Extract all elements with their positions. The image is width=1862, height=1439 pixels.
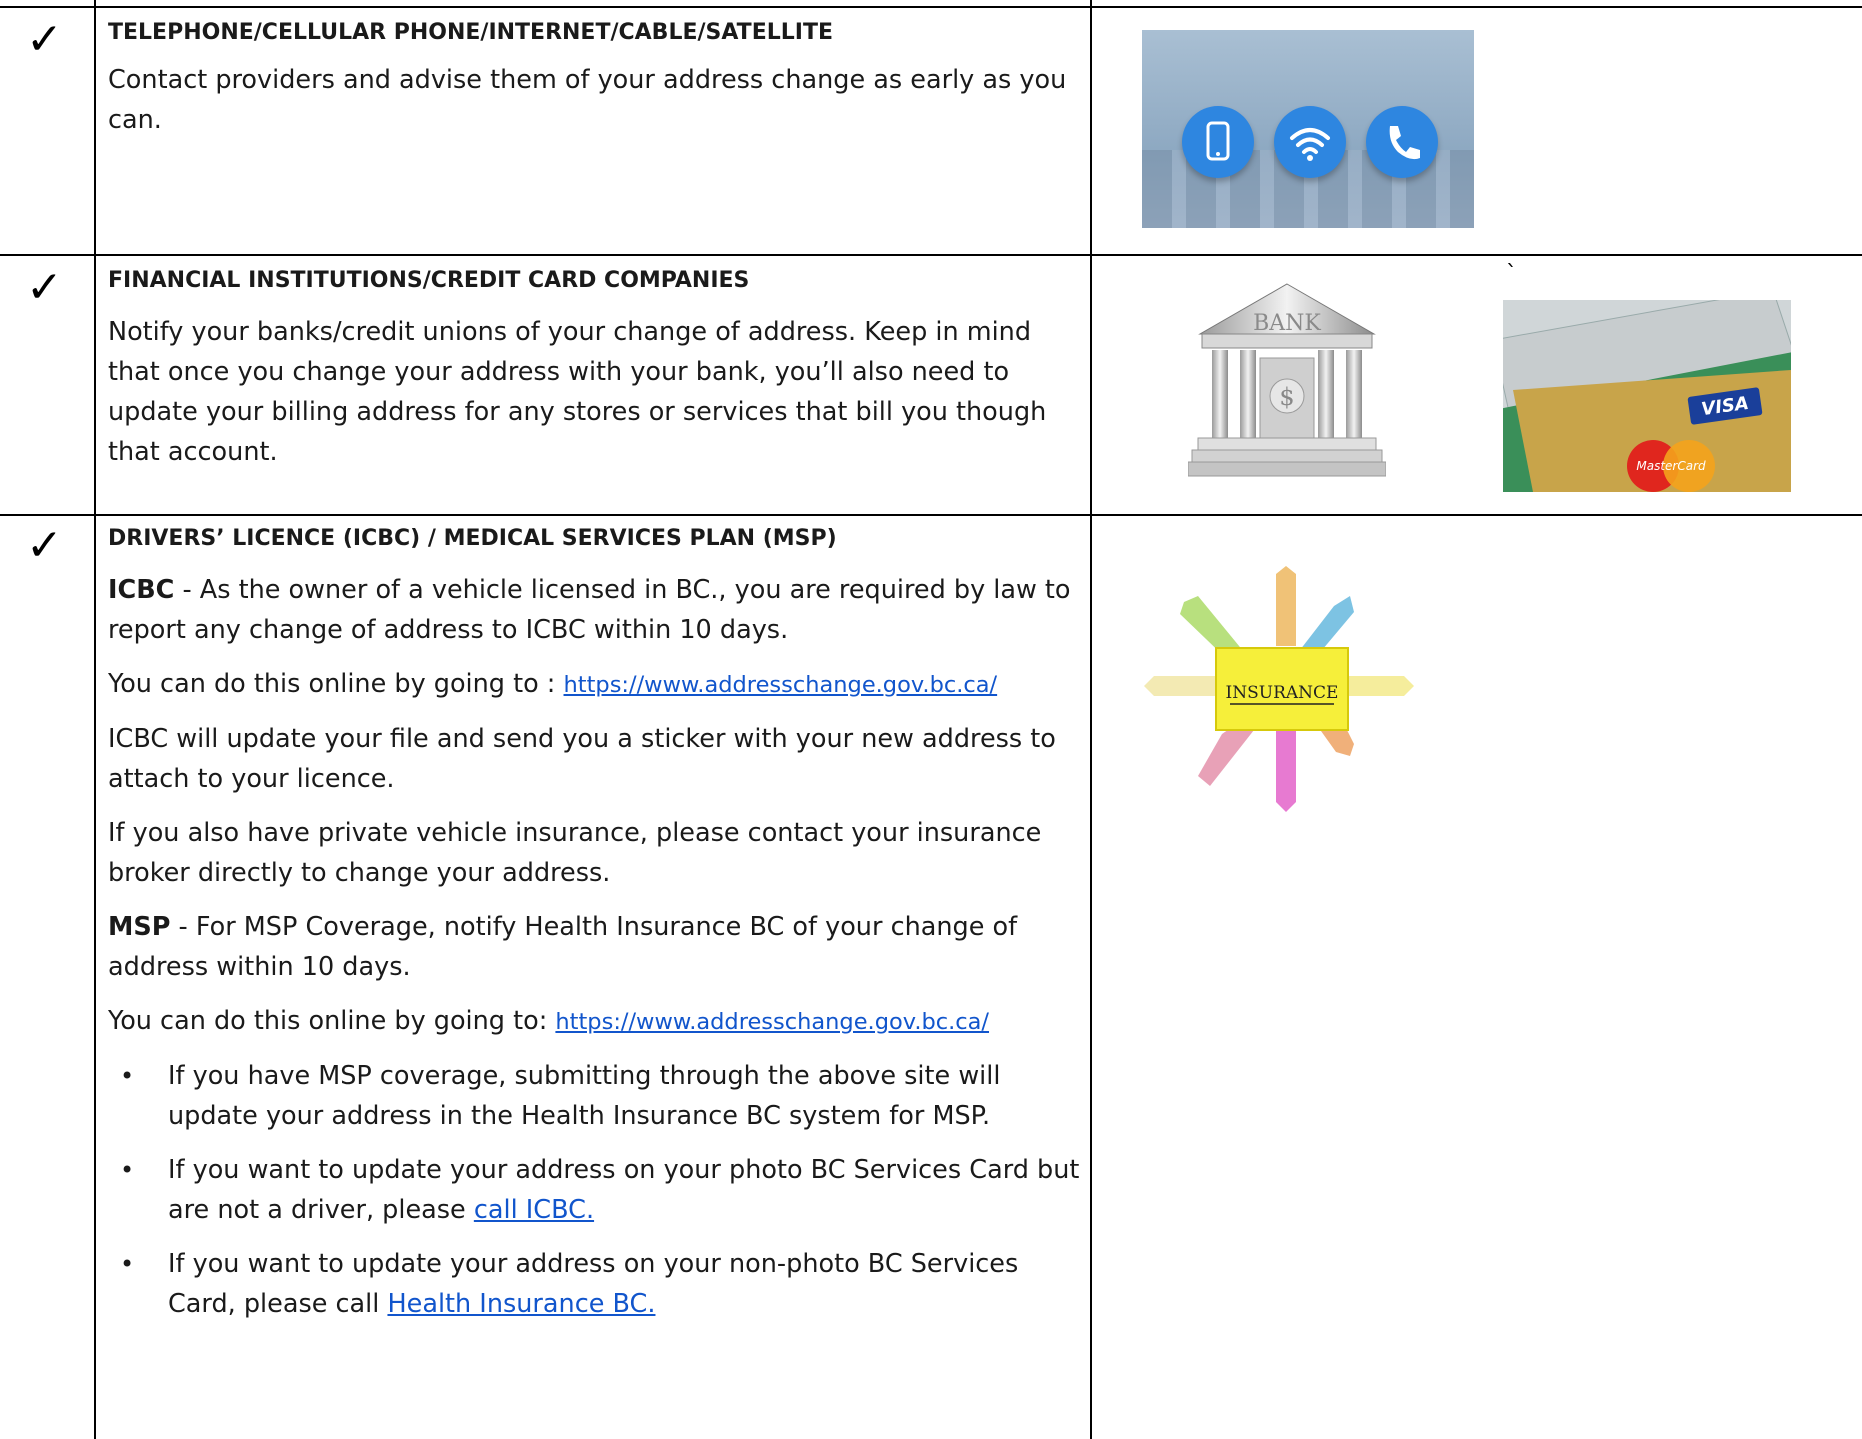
list-item: If you want to update your address on yo…: [108, 1244, 1083, 1324]
bullet-text: If you have MSP coverage, submitting thr…: [168, 1061, 1001, 1131]
checkmark-column-rule: [94, 0, 96, 1439]
check-icon: ✓: [26, 262, 63, 313]
online-line-2: You can do this online by going to: http…: [108, 1001, 1083, 1042]
table-top-rule: [0, 6, 1862, 8]
telecom-services-image: [1142, 30, 1474, 228]
addresschange-link[interactable]: https://www.addresschange.gov.bc.ca/: [555, 1009, 989, 1035]
mastercard-logo: MasterCard: [1636, 459, 1706, 473]
online-prefix: You can do this online by going to:: [108, 1006, 556, 1036]
image-column-rule: [1090, 0, 1092, 1439]
msp-text: - For MSP Coverage, notify Health Insura…: [108, 912, 1018, 982]
icbc-text: - As the owner of a vehicle licensed in …: [108, 575, 1071, 645]
row-divider-2: [0, 514, 1862, 516]
section-heading: TELEPHONE/CELLULAR PHONE/INTERNET/CABLE/…: [108, 20, 833, 45]
icbc-update-text: ICBC will update your file and send you …: [108, 724, 1056, 794]
mobile-phone-icon: [1182, 106, 1254, 178]
online-line-1: You can do this online by going to : htt…: [108, 664, 1083, 705]
online-prefix: You can do this online by going to :: [108, 669, 564, 699]
addresschange-link[interactable]: https://www.addresschange.gov.bc.ca/: [564, 672, 998, 698]
private-insurance-text: If you also have private vehicle insuran…: [108, 818, 1042, 888]
insurance-label: INSURANCE: [1226, 683, 1339, 703]
section-heading: DRIVERS’ LICENCE (ICBC) / MEDICAL SERVIC…: [108, 526, 837, 551]
section-text: Notify your banks/credit unions of your …: [108, 317, 1047, 467]
bank-sign: BANK: [1253, 311, 1321, 336]
check-icon: ✓: [26, 14, 63, 65]
wifi-icon: [1274, 106, 1346, 178]
msp-bullet-list: If you have MSP coverage, submitting thr…: [108, 1056, 1083, 1324]
row-financial: FINANCIAL INSTITUTIONS/CREDIT CARD COMPA…: [108, 266, 1083, 472]
bullet-text: If you want to update your address on yo…: [168, 1155, 1080, 1225]
health-insurance-bc-link[interactable]: Health Insurance BC.: [387, 1289, 655, 1319]
call-icbc-link[interactable]: call ICBC.: [474, 1195, 594, 1225]
row-divider-1: [0, 254, 1862, 256]
list-item: If you have MSP coverage, submitting thr…: [108, 1056, 1083, 1136]
phone-handset-icon: [1366, 106, 1438, 178]
msp-label: MSP: [108, 912, 171, 942]
dollar-sign: $: [1279, 383, 1294, 411]
bank-building-image: BANK $: [1187, 278, 1387, 488]
section-text: Contact providers and advise them of you…: [108, 65, 1067, 135]
list-item: If you want to update your address on yo…: [108, 1150, 1083, 1230]
icbc-label: ICBC: [108, 575, 175, 605]
stray-mark: `: [1506, 262, 1517, 287]
msp-paragraph: MSP - For MSP Coverage, notify Health In…: [108, 907, 1083, 987]
section-heading: FINANCIAL INSTITUTIONS/CREDIT CARD COMPA…: [108, 268, 750, 293]
row-telecom: TELEPHONE/CELLULAR PHONE/INTERNET/CABLE/…: [108, 18, 1083, 140]
insurance-diagram-image: INSURANCE: [1144, 566, 1420, 812]
credit-cards-image: VISA MasterCard: [1503, 300, 1791, 492]
row-licence-msp: DRIVERS’ LICENCE (ICBC) / MEDICAL SERVIC…: [108, 524, 1083, 1324]
icbc-paragraph: ICBC - As the owner of a vehicle license…: [108, 570, 1083, 650]
check-icon: ✓: [26, 520, 63, 571]
